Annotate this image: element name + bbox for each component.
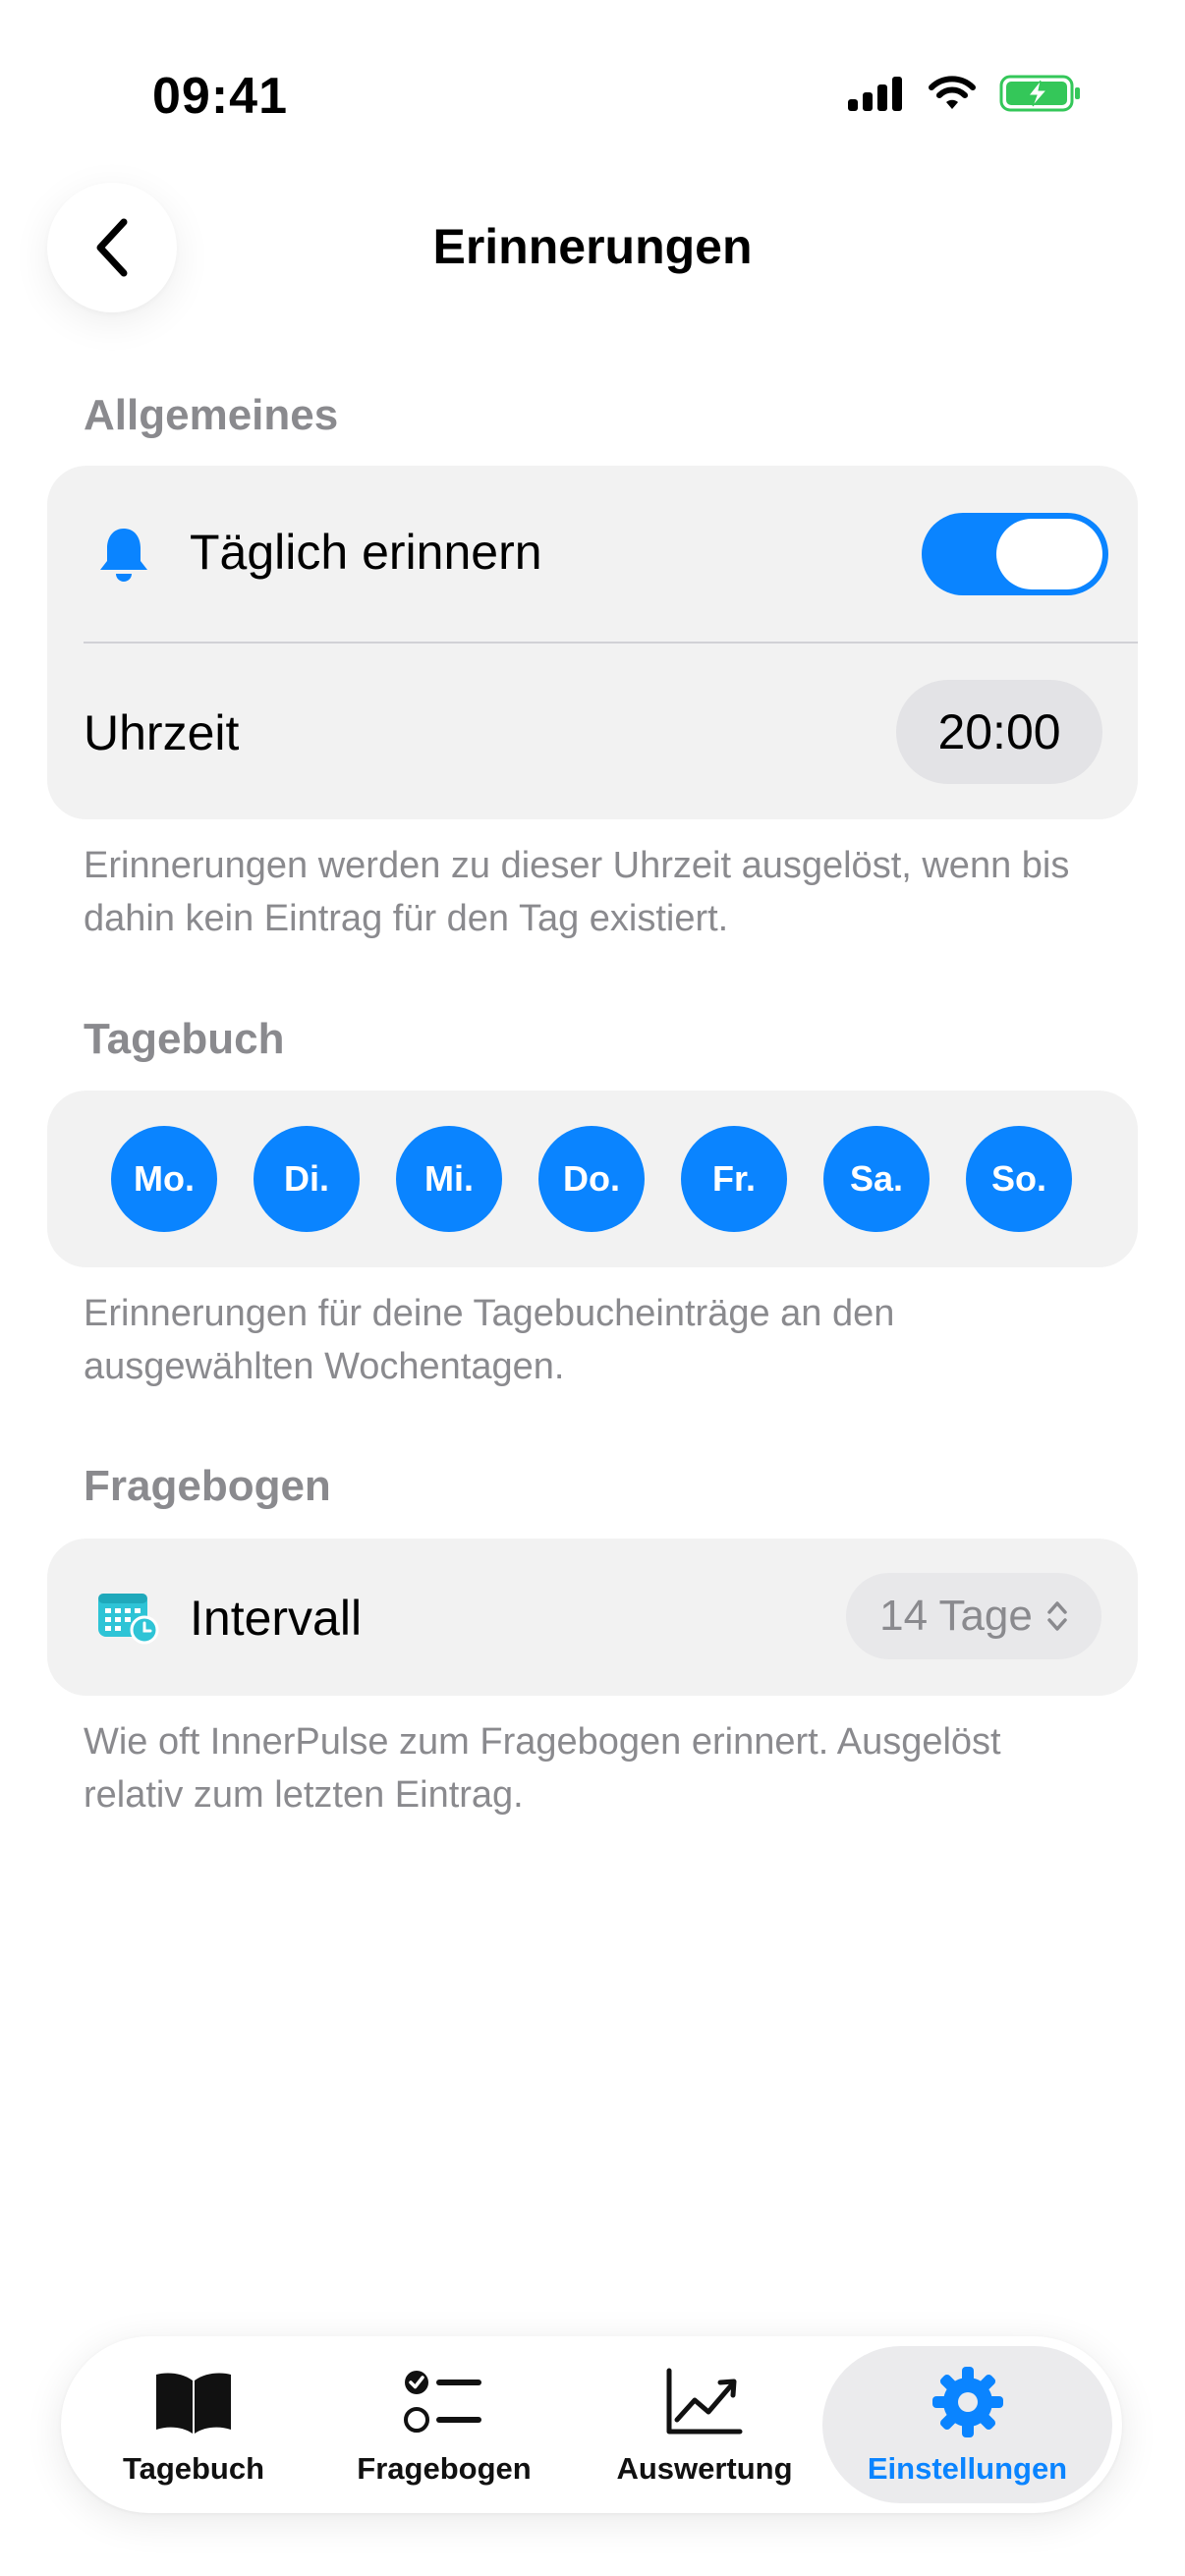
daily-reminder-toggle[interactable]: [922, 513, 1108, 595]
checklist-icon: [404, 2371, 481, 2433]
day-chip-friday[interactable]: Fr.: [681, 1126, 787, 1232]
questionnaire-footnote: Wie oft InnerPulse zum Fragebogen erinne…: [84, 1721, 1001, 1816]
day-chip-sunday[interactable]: So.: [966, 1126, 1072, 1232]
day-chip-monday[interactable]: Mo.: [111, 1126, 217, 1232]
tab-label-fragebogen: Fragebogen: [357, 2451, 532, 2486]
row-divider: [84, 642, 1138, 644]
section-header-questionnaire: Fragebogen: [84, 1462, 331, 1510]
tab-einstellungen[interactable]: Einstellungen: [822, 2346, 1112, 2503]
day-chip-thursday[interactable]: Do.: [538, 1126, 645, 1232]
time-label: Uhrzeit: [84, 705, 240, 760]
status-icons: [846, 74, 1082, 113]
cellular-signal-icon: [848, 77, 902, 111]
bell-icon: [100, 529, 147, 582]
day-chip-wednesday[interactable]: Mi.: [396, 1126, 502, 1232]
tab-tagebuch[interactable]: Tagebuch: [90, 2346, 297, 2503]
status-time: 09:41: [152, 68, 288, 125]
day-chip-saturday[interactable]: Sa.: [823, 1126, 930, 1232]
tab-bar: Tagebuch Fragebogen Auswertung Einstellu…: [61, 2336, 1122, 2513]
gear-icon: [931, 2367, 1003, 2437]
wifi-icon: [929, 76, 976, 109]
tab-label-auswertung: Auswertung: [616, 2451, 793, 2486]
interval-label: Intervall: [190, 1591, 363, 1646]
diary-footnote: Erinnerungen für deine Tagebucheinträge …: [84, 1293, 895, 1387]
calendar-clock-icon: [98, 1594, 159, 1645]
general-footnote: Erinnerungen werden zu dieser Uhrzeit au…: [84, 845, 1070, 939]
chevron-up-down-icon: [1047, 1601, 1067, 1631]
day-chip-tuesday[interactable]: Di.: [254, 1126, 360, 1232]
tab-fragebogen[interactable]: Fragebogen: [336, 2346, 552, 2503]
book-icon: [156, 2373, 231, 2434]
daily-reminder-label: Täglich erinnern: [190, 525, 542, 580]
tab-label-tagebuch: Tagebuch: [122, 2451, 265, 2486]
toggle-knob: [996, 519, 1102, 589]
interval-picker[interactable]: 14 Tage: [846, 1573, 1101, 1659]
time-picker[interactable]: 20:00: [896, 680, 1102, 784]
page-title: Erinnerungen: [432, 219, 753, 274]
interval-value: 14 Tage: [879, 1592, 1033, 1640]
section-header-diary: Tagebuch: [84, 1015, 285, 1063]
tab-auswertung[interactable]: Auswertung: [596, 2346, 813, 2503]
chart-trend-icon: [666, 2368, 743, 2435]
battery-charging-icon: [999, 75, 1080, 112]
status-bar: 09:41: [0, 0, 1185, 187]
tab-label-einstellungen: Einstellungen: [867, 2451, 1068, 2486]
section-header-general: Allgemeines: [84, 391, 339, 439]
